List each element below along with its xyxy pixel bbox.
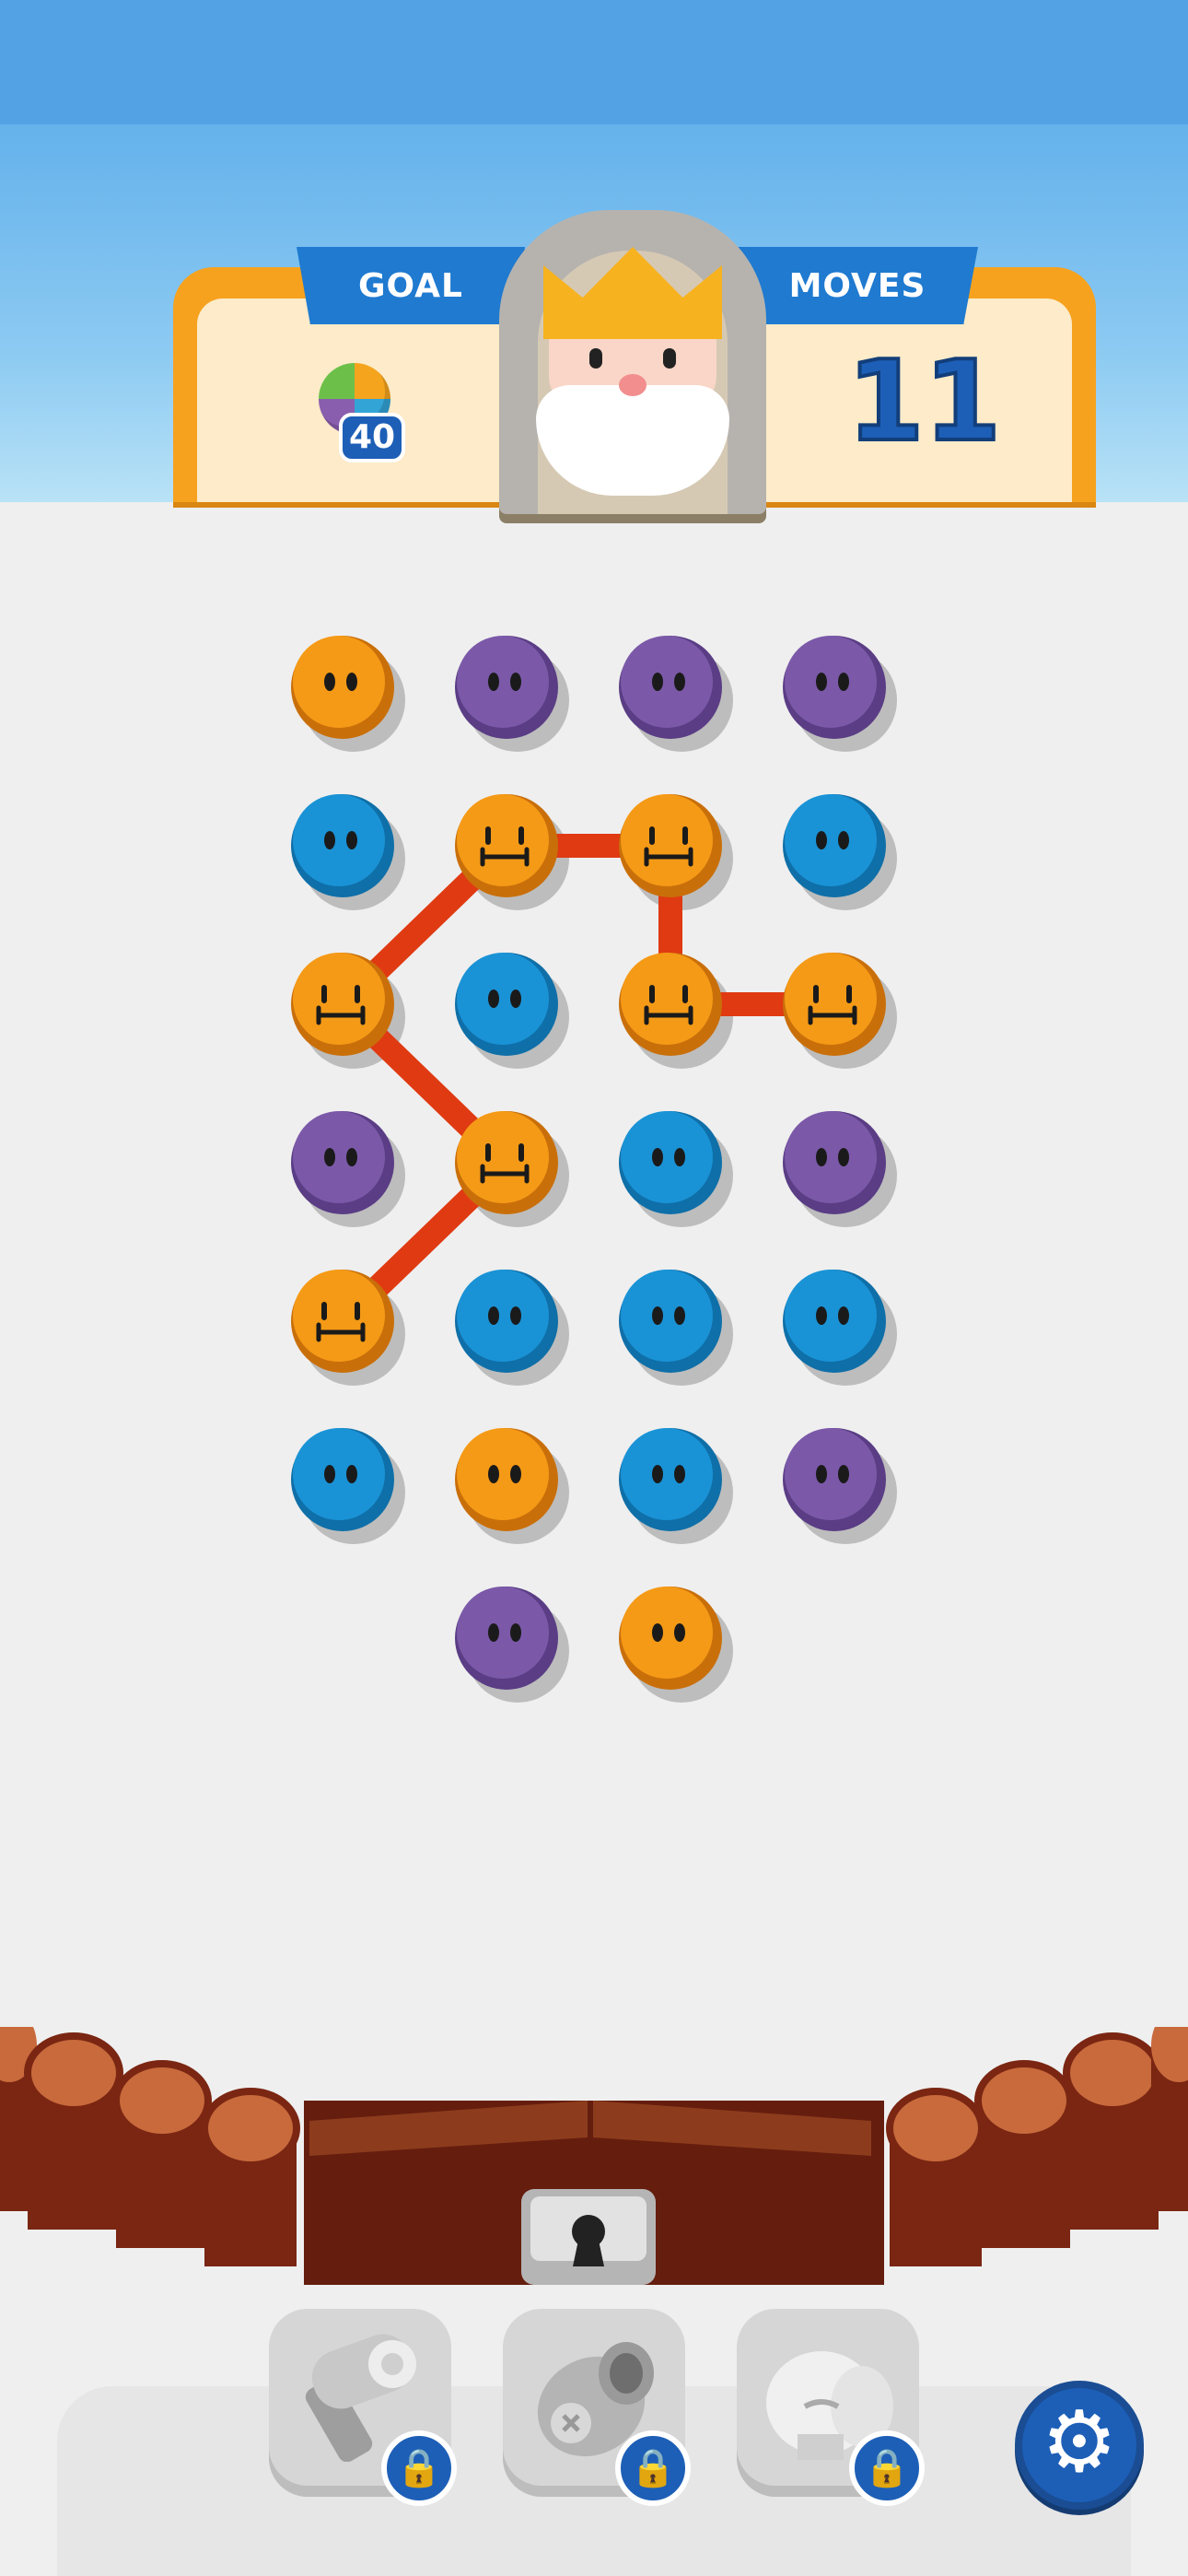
dot-purple[interactable] bbox=[291, 1111, 394, 1214]
dot-blue[interactable] bbox=[291, 794, 394, 897]
dot-orange-selected[interactable] bbox=[455, 1111, 558, 1214]
dot-orange-selected[interactable] bbox=[619, 794, 722, 897]
gate bbox=[304, 2101, 884, 2285]
lock-icon: 🔒 bbox=[615, 2430, 691, 2506]
fence-posts-left bbox=[0, 2027, 300, 2266]
dot-blue[interactable] bbox=[291, 1428, 394, 1531]
dot-orange-selected[interactable] bbox=[455, 794, 558, 897]
dot-blue[interactable] bbox=[619, 1428, 722, 1531]
dot-blue[interactable] bbox=[783, 1270, 886, 1373]
dot-purple[interactable] bbox=[783, 636, 886, 739]
selection-path bbox=[331, 834, 846, 1333]
dot-orange-selected[interactable] bbox=[619, 953, 722, 1056]
hammer-booster-button[interactable]: 🔒 bbox=[269, 2309, 457, 2506]
lock-icon: 🔒 bbox=[381, 2430, 457, 2506]
dot-orange[interactable] bbox=[455, 1428, 558, 1531]
dot-purple[interactable] bbox=[783, 1428, 886, 1531]
dot-orange-selected[interactable] bbox=[291, 953, 394, 1056]
dot-orange[interactable] bbox=[291, 636, 394, 739]
gear-icon: ⚙ bbox=[1041, 2393, 1118, 2491]
dot-orange[interactable] bbox=[619, 1587, 722, 1690]
wooden-fence bbox=[0, 2027, 1188, 2285]
dot-purple[interactable] bbox=[619, 636, 722, 739]
dot-blue[interactable] bbox=[455, 953, 558, 1056]
settings-button[interactable]: ⚙ bbox=[1015, 2381, 1144, 2510]
dot-purple[interactable] bbox=[455, 636, 558, 739]
dot-blue[interactable] bbox=[619, 1270, 722, 1373]
dot-purple[interactable] bbox=[455, 1587, 558, 1690]
lock-icon: 🔒 bbox=[849, 2430, 925, 2506]
dot-purple[interactable] bbox=[783, 1111, 886, 1214]
cannon-booster-button[interactable]: 🔒 bbox=[503, 2309, 691, 2506]
dot-blue[interactable] bbox=[455, 1270, 558, 1373]
dot-blue[interactable] bbox=[783, 794, 886, 897]
boxing-glove-booster-button[interactable]: 🔒 bbox=[737, 2309, 925, 2506]
fence-posts-right bbox=[886, 2027, 1188, 2266]
dot-orange-selected[interactable] bbox=[783, 953, 886, 1056]
dot-orange-selected[interactable] bbox=[291, 1270, 394, 1373]
dot-blue[interactable] bbox=[619, 1111, 722, 1214]
